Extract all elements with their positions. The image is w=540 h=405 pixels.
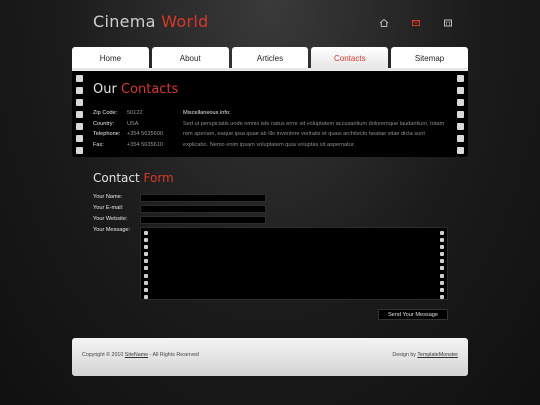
- form-heading-first: Contact: [93, 171, 140, 185]
- home-icon[interactable]: [378, 17, 390, 29]
- logo-word-world: World: [161, 12, 209, 31]
- header-icons: [378, 17, 454, 29]
- copyright-prefix: Copyright © 2010: [82, 352, 124, 358]
- footer: Copyright © 2010 SiteName - All Rights R…: [72, 338, 468, 376]
- name-label: Your Name:: [93, 194, 123, 200]
- tab-articles[interactable]: Articles: [231, 47, 309, 69]
- templatemonster-link[interactable]: TemplateMonster: [417, 352, 458, 358]
- message-label: Your Message:: [93, 227, 131, 233]
- email-input[interactable]: [140, 205, 266, 213]
- address-row-zip: Zip Code: 50122: [93, 108, 163, 119]
- address-row-telephone: Telephone: +354 5635600: [93, 129, 163, 140]
- contact-form-heading: Contact Form: [93, 171, 174, 185]
- address-row-fax: Fax: +354 5635610: [93, 140, 163, 151]
- send-message-button[interactable]: Send Your Message: [378, 309, 448, 320]
- address-key: Fax:: [93, 141, 104, 148]
- website-label: Your Website:: [93, 216, 128, 222]
- address-value: +354 5635600: [127, 131, 163, 137]
- contacts-heading-first: Our: [93, 82, 117, 97]
- copyright-suffix: - All Rights Reserved: [149, 352, 200, 358]
- website-input[interactable]: [140, 216, 266, 224]
- address-key: Telephone:: [93, 131, 121, 137]
- sitename-link[interactable]: SiteName: [125, 352, 148, 358]
- misc-info-title: Miscellaneous info:: [183, 110, 231, 116]
- main-nav: Home About Articles Contacts Sitemap: [72, 47, 468, 69]
- tab-about[interactable]: About: [151, 47, 229, 69]
- email-label: Your E-mail:: [93, 205, 124, 211]
- film-holes-left: [76, 75, 83, 154]
- tab-home[interactable]: Home: [72, 47, 149, 69]
- tab-sitemap[interactable]: Sitemap: [391, 47, 468, 69]
- site-logo[interactable]: Cinema World: [93, 12, 209, 31]
- contacts-heading: Our Contacts: [93, 82, 178, 97]
- misc-info: Miscellaneous info: Sed ut perspiciatis …: [183, 108, 445, 150]
- misc-info-text: Sed ut perspiciatis unde omnis iste natu…: [183, 120, 445, 148]
- tab-contacts[interactable]: Contacts: [311, 47, 389, 69]
- logo-word-cinema: Cinema: [93, 12, 156, 31]
- contacts-heading-second: Contacts: [120, 82, 179, 97]
- form-heading-second: Form: [143, 171, 174, 185]
- address-value: 50122: [127, 110, 143, 116]
- address-row-country: Country: USA: [93, 119, 163, 130]
- design-prefix: Design by: [392, 352, 416, 358]
- film-holes-right: [457, 75, 464, 154]
- message-film-holes-right: [440, 231, 444, 299]
- address-value: +354 5635610: [127, 141, 163, 148]
- sitemap-icon[interactable]: [442, 17, 454, 29]
- address-block: Zip Code: 50122 Country: USA Telephone: …: [93, 108, 163, 150]
- name-input[interactable]: [140, 194, 266, 202]
- message-film-holes-left: [144, 231, 148, 299]
- address-key: Zip Code:: [93, 110, 118, 116]
- message-textarea[interactable]: [140, 227, 448, 300]
- design-credit: Design by TemplateMonster: [392, 352, 458, 358]
- mail-icon[interactable]: [410, 17, 422, 29]
- address-key: Country:: [93, 120, 115, 127]
- copyright: Copyright © 2010 SiteName - All Rights R…: [82, 352, 199, 358]
- address-value: USA: [127, 120, 139, 127]
